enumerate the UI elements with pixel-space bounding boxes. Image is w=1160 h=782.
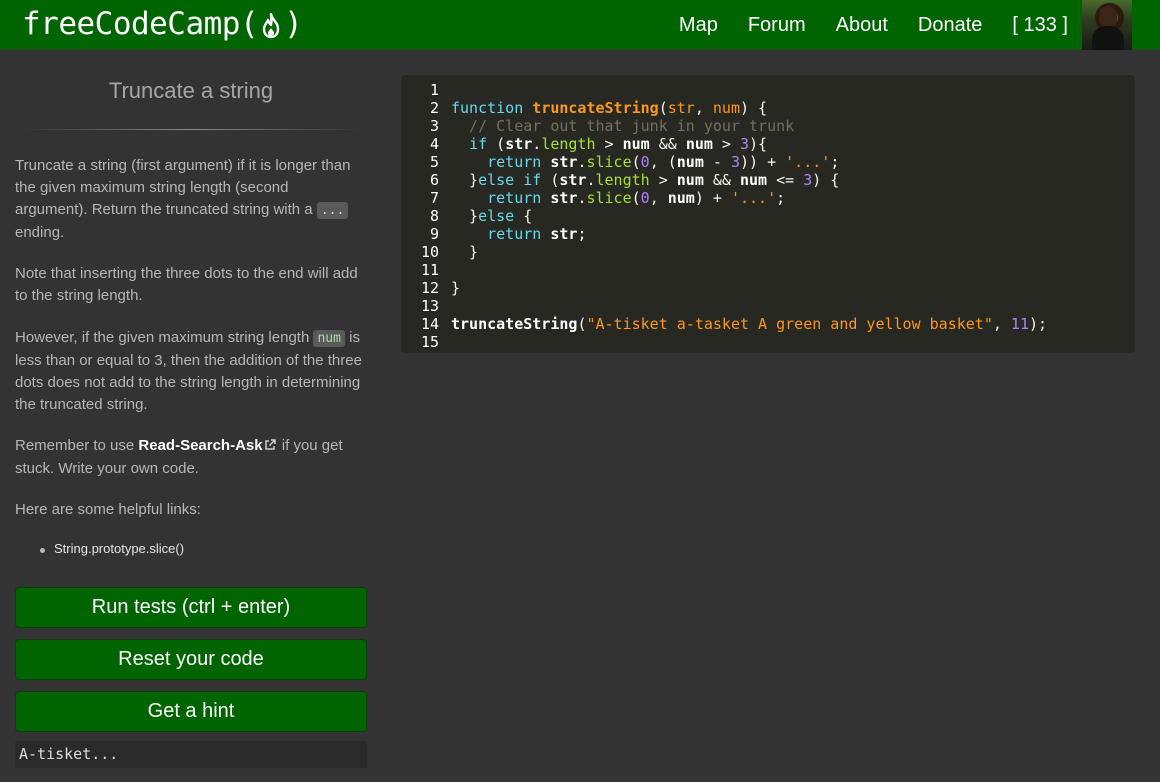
- output-console: A-tisket...: [15, 741, 367, 768]
- challenge-title: Truncate a string: [108, 78, 274, 103]
- read-search-ask-label: Read-Search-Ask: [138, 437, 263, 454]
- line-number: 11: [420, 261, 439, 279]
- line-number: 13: [420, 297, 439, 315]
- code-text: // Clear out that junk in your trunk: [451, 117, 795, 135]
- line-number: 7: [429, 189, 439, 207]
- line-number: 10: [420, 243, 439, 261]
- code-line: 15: [401, 333, 1135, 351]
- nav-link-map[interactable]: Map: [679, 14, 718, 37]
- read-search-ask-link[interactable]: Read-Search-Ask: [138, 437, 277, 454]
- line-number: 1: [429, 81, 439, 99]
- run-tests-button[interactable]: Run tests (ctrl + enter): [15, 587, 367, 628]
- nav-links: Map Forum About Donate [ 133 ]: [649, 0, 1068, 50]
- external-link-icon: [264, 436, 276, 458]
- code-line: 9 return str;: [401, 225, 1135, 243]
- code-text: return str;: [487, 225, 587, 243]
- line-number: 9: [429, 225, 439, 243]
- line-number: 2: [429, 99, 439, 117]
- code-line: 7 return str.slice(0, num) + '...';: [401, 189, 1135, 207]
- para1-text: Truncate a string (first argument) if it…: [15, 157, 351, 218]
- code-line: 12}: [401, 279, 1135, 297]
- avatar-head: [1099, 6, 1117, 28]
- helpful-links-list: String.prototype.slice(): [40, 541, 184, 556]
- code-line: 14 truncateString("A-tisket a-tasket A gr…: [401, 315, 1135, 333]
- brand-logo[interactable]: freeCodeCamp(): [22, 4, 303, 44]
- top-navbar: freeCodeCamp() Map Forum About Donate [ …: [0, 0, 1160, 50]
- ellipsis-code: ...: [316, 202, 349, 219]
- code-text: return str.slice(0, (num - 3)) + '...';: [487, 153, 840, 171]
- nav-link-about[interactable]: About: [836, 14, 888, 37]
- slice-docs-link[interactable]: String.prototype.slice(): [54, 541, 184, 556]
- user-avatar[interactable]: [1082, 0, 1132, 50]
- flame-icon: [258, 4, 284, 44]
- code-line: 13: [401, 297, 1135, 315]
- instructions-paragraph-1: Truncate a string (first argument) if it…: [15, 155, 365, 244]
- code-text: }: [451, 243, 479, 261]
- line-number: 5: [429, 153, 439, 171]
- avatar-body: [1092, 26, 1124, 50]
- reset-code-button[interactable]: Reset your code: [15, 639, 367, 680]
- instructions-paragraph-4: Remember to use Read-Search-Ask if you g…: [15, 435, 365, 480]
- brand-text: freeCodeCamp: [22, 6, 240, 42]
- code-line: 1: [401, 81, 1135, 99]
- code-text: }: [451, 279, 461, 297]
- points-counter[interactable]: [ 133 ]: [1012, 14, 1068, 37]
- code-editor[interactable]: 1 2 function truncateString(str, num) { 3…: [401, 75, 1135, 353]
- code-line: 5 return str.slice(0, (num - 3)) + '...'…: [401, 153, 1135, 171]
- instructions-paragraph-3: However, if the given maximum string len…: [15, 327, 365, 416]
- line-number: 4: [429, 135, 439, 153]
- code-line: 10 }: [401, 243, 1135, 261]
- para1-tail: ending.: [15, 224, 65, 241]
- code-text: if (str.length > num && num > 3){: [469, 135, 768, 153]
- line-number: 8: [429, 207, 439, 225]
- code-line: 3 // Clear out that junk in your trunk: [401, 117, 1135, 135]
- instructions-paragraph-2: Note that inserting the three dots to th…: [15, 265, 358, 304]
- code-text: }else if (str.length > num && num <= 3) …: [451, 171, 840, 189]
- code-line: 11: [401, 261, 1135, 279]
- code-text: return str.slice(0, num) + '...';: [487, 189, 786, 207]
- num-code: num: [313, 330, 345, 347]
- line-number: 14: [420, 315, 439, 333]
- para3-text-a: However, if the given maximum string len…: [15, 329, 310, 346]
- code-line: 2 function truncateString(str, num) {: [401, 99, 1135, 117]
- code-text: function truncateString(str, num) {: [451, 99, 768, 117]
- nav-link-forum[interactable]: Forum: [748, 14, 806, 37]
- line-number: 12: [420, 279, 439, 297]
- code-text: truncateString("A-tisket a-tasket A gree…: [451, 315, 1048, 333]
- brand-open-paren: (: [239, 6, 259, 42]
- code-line: 4 if (str.length > num && num > 3){: [401, 135, 1135, 153]
- line-number: 3: [429, 117, 439, 135]
- title-divider: [22, 129, 362, 130]
- line-number: 15: [420, 333, 439, 351]
- code-text: }else {: [451, 207, 533, 225]
- nav-link-donate[interactable]: Donate: [918, 14, 983, 37]
- para4-text-a: Remember to use: [15, 437, 135, 454]
- helpful-links-heading: Here are some helpful links:: [15, 501, 201, 518]
- code-line: 8 }else {: [401, 207, 1135, 225]
- line-number: 6: [429, 171, 439, 189]
- code-line: 6 }else if (str.length > num && num <= 3…: [401, 171, 1135, 189]
- brand-close-paren: ): [284, 6, 303, 42]
- get-hint-button[interactable]: Get a hint: [15, 691, 367, 732]
- list-item: String.prototype.slice(): [40, 541, 184, 556]
